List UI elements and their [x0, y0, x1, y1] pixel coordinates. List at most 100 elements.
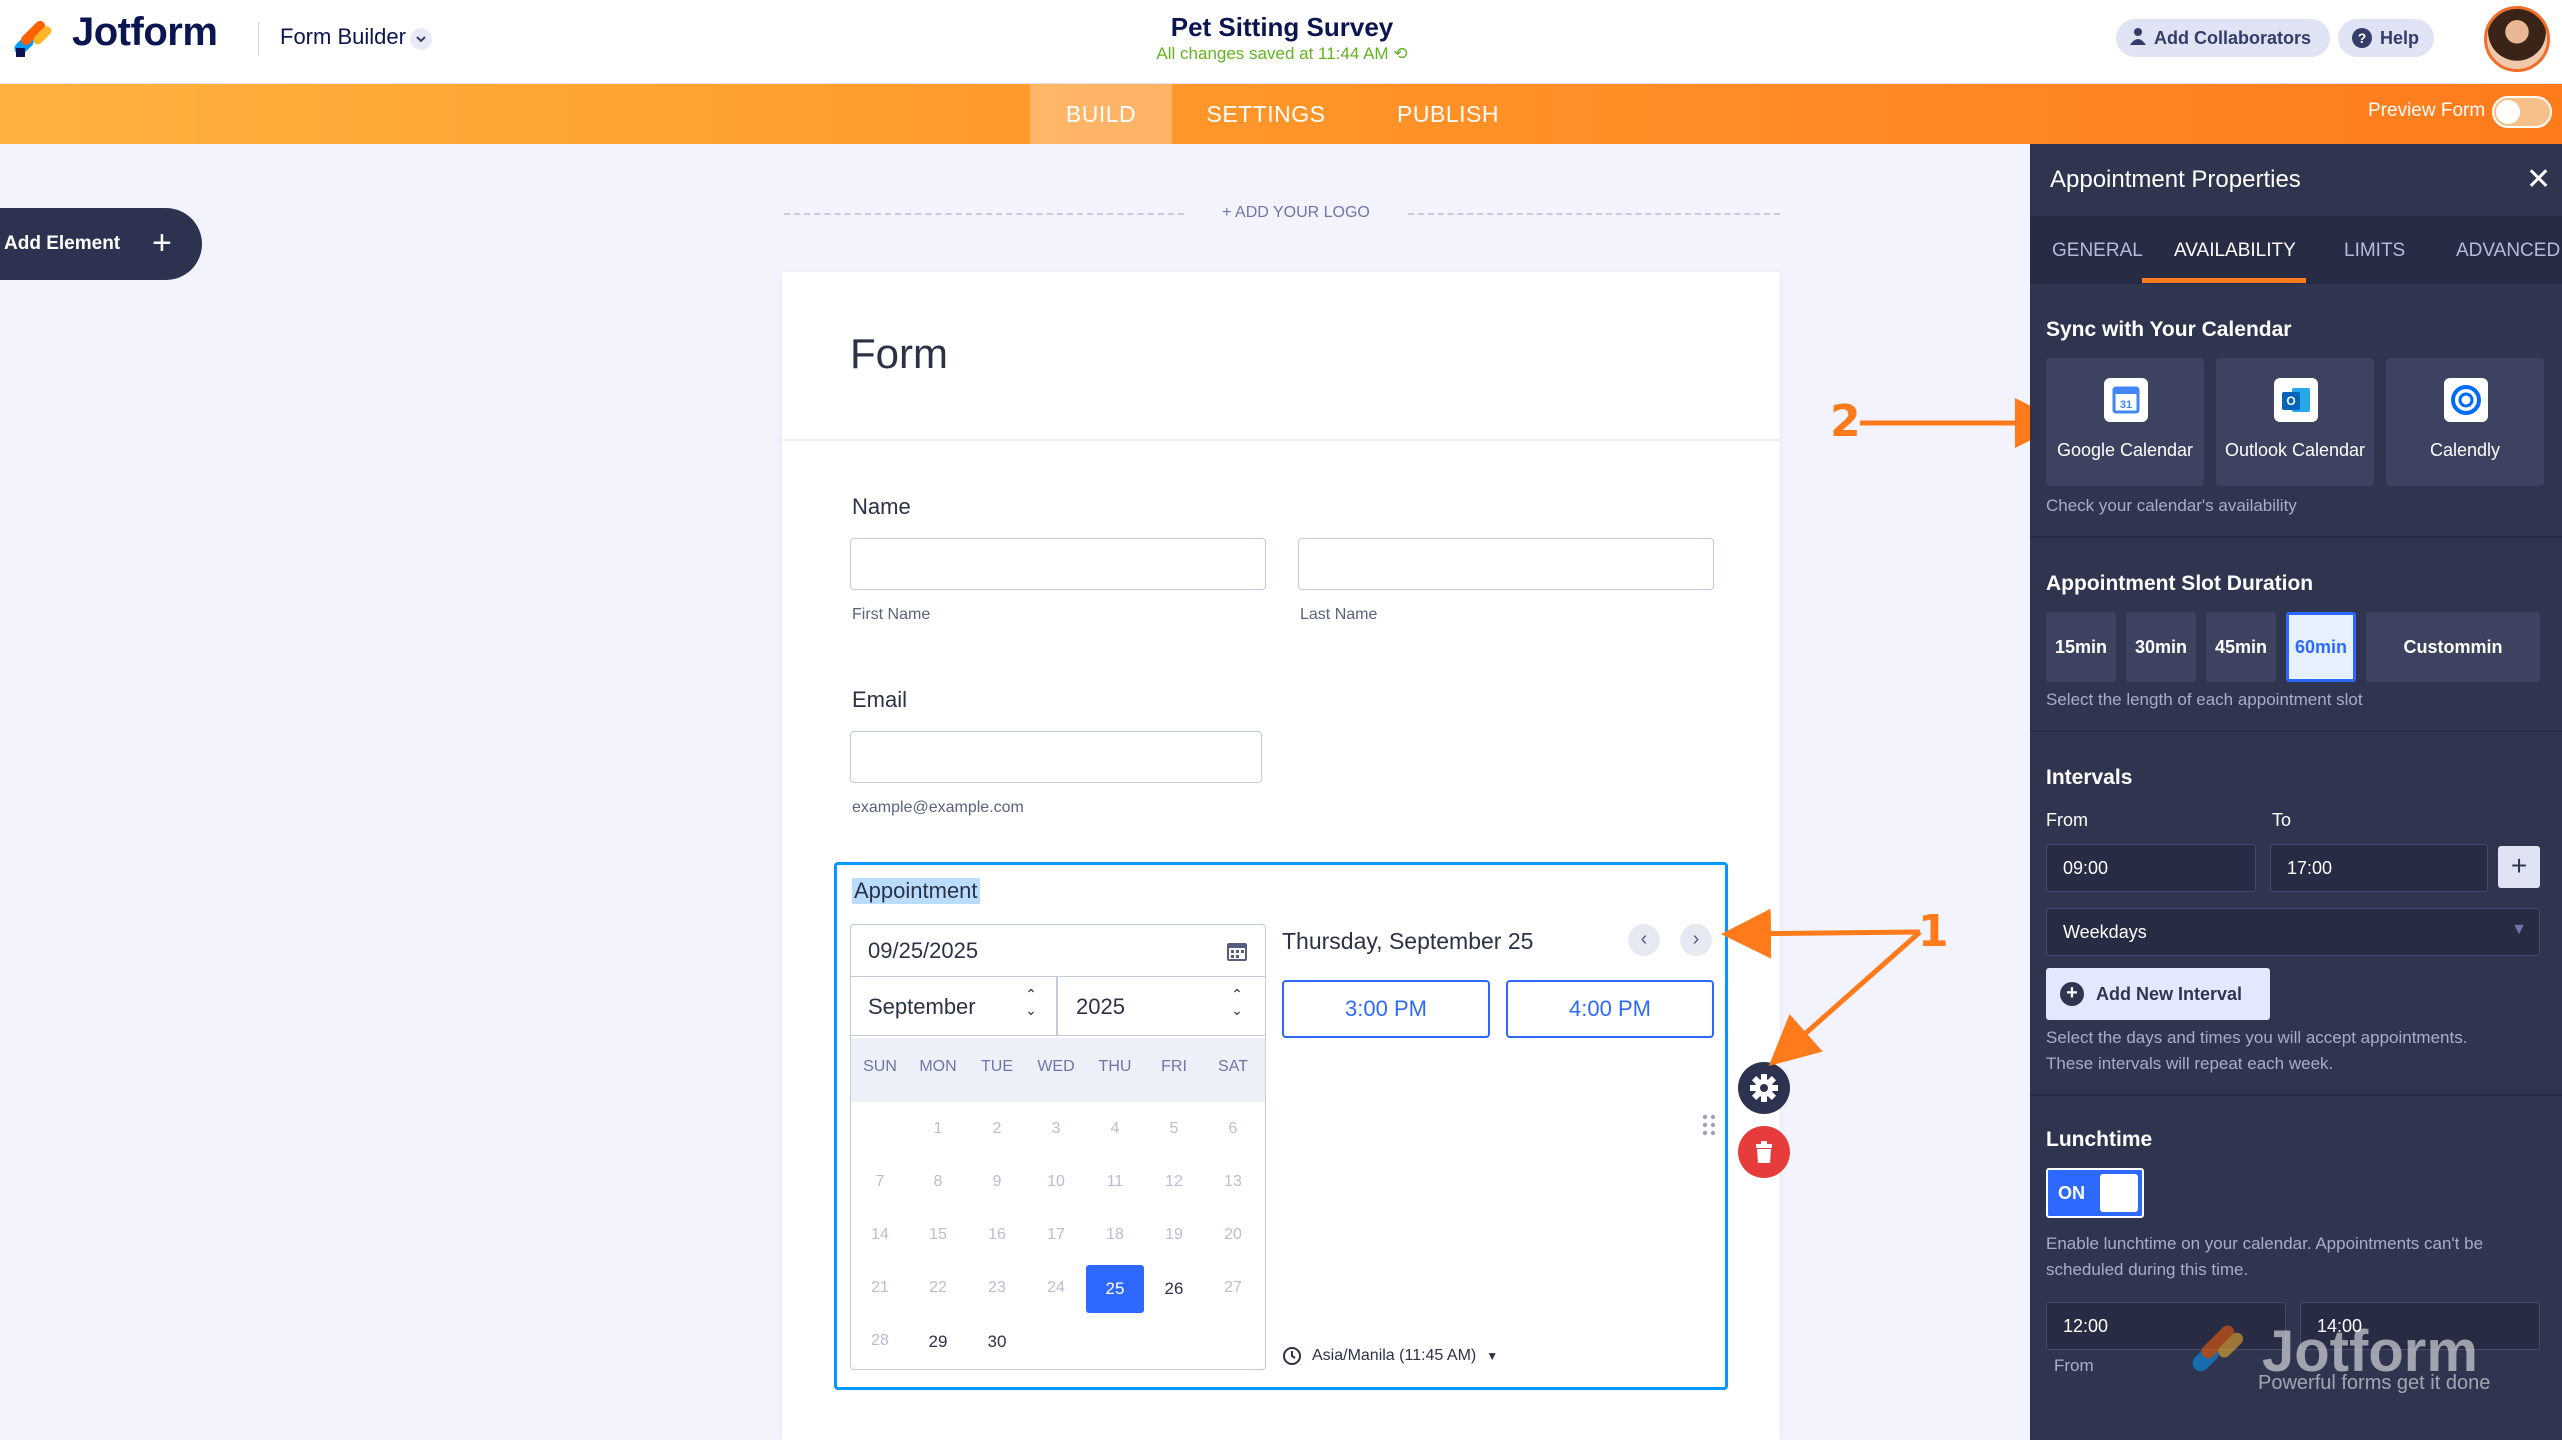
chevron-down-icon[interactable]	[410, 28, 432, 50]
year-select[interactable]: 2025	[1076, 994, 1125, 1020]
lunch-help-text: scheduled during this time.	[2046, 1260, 2249, 1279]
lunch-help-text: Enable lunchtime on your calendar. Appoi…	[2046, 1234, 2484, 1253]
tab-publish[interactable]: PUBLISH	[1360, 84, 1536, 144]
calendly-button[interactable]: Calendly	[2386, 358, 2544, 486]
last-name-input[interactable]	[1298, 538, 1714, 590]
card-divider	[782, 439, 1780, 441]
tab-limits[interactable]: LIMITS	[2344, 240, 2405, 262]
slot-duration-title: Appointment Slot Duration	[2046, 572, 2314, 595]
timezone-select[interactable]: Asia/Manila (11:45 AM) ▼	[1282, 1346, 1498, 1366]
name-label: Name	[852, 494, 911, 519]
weekday-label: SUN	[863, 1058, 897, 1075]
lunchtime-toggle[interactable]: ON	[2046, 1168, 2144, 1218]
add-collaborators-button[interactable]: Add Collaborators	[2116, 19, 2330, 57]
tab-build[interactable]: BUILD	[1030, 84, 1172, 144]
google-calendar-button[interactable]: 31 Google Calendar	[2046, 358, 2204, 486]
weekday-label: MON	[919, 1058, 957, 1075]
calendar-day: 14	[871, 1226, 889, 1243]
add-new-interval-button[interactable]: + Add New Interval	[2046, 968, 2270, 1020]
next-date-button[interactable]: ›	[1680, 924, 1712, 956]
calendar-day[interactable]: 30	[968, 1332, 1026, 1352]
interval-from-input[interactable]: 09:00	[2046, 844, 2256, 892]
panel-title: Appointment Properties	[2050, 166, 2301, 193]
weekday-label: SAT	[1218, 1058, 1248, 1075]
svg-text:31: 31	[2120, 399, 2132, 411]
drag-handle-icon[interactable]	[1702, 1114, 1716, 1136]
slot-help-text: Select the length of each appointment sl…	[2046, 690, 2363, 709]
form-heading[interactable]: Form	[850, 330, 948, 378]
plus-icon: +	[152, 224, 172, 262]
jotform-logo-icon[interactable]	[14, 14, 58, 58]
calendar-day[interactable]: 26	[1145, 1279, 1203, 1299]
save-status: All changes saved at 11:44 AM ⟲	[1156, 44, 1408, 63]
month-stepper-icon[interactable]: ⌃ ⌄	[1022, 986, 1040, 1026]
email-input[interactable]	[850, 731, 1262, 783]
help-button[interactable]: ? Help	[2338, 19, 2434, 57]
appointment-date-input[interactable]: 09/25/2025	[868, 938, 978, 964]
selected-day[interactable]: 25	[1086, 1265, 1144, 1313]
calendar-day: 12	[1165, 1173, 1183, 1190]
calendar-day: 1	[933, 1120, 943, 1137]
preview-form-toggle[interactable]	[2492, 96, 2552, 128]
outlook-calendar-icon: O	[2274, 378, 2318, 422]
chevron-right-icon: ›	[1692, 928, 1700, 950]
email-sublabel: example@example.com	[852, 799, 1024, 816]
calendar-day: 13	[1224, 1173, 1242, 1190]
to-label: To	[2272, 810, 2292, 830]
sync-help-text: Check your calendar's availability	[2046, 496, 2297, 515]
selected-date-heading: Thursday, September 25	[1282, 928, 1534, 954]
calendar-day: 23	[988, 1279, 1006, 1296]
close-icon[interactable]: ✕	[2526, 162, 2551, 197]
tab-availability[interactable]: AVAILABILITY	[2174, 240, 2296, 262]
calendar-day: 3	[1051, 1120, 1061, 1137]
month-select[interactable]: September	[868, 994, 976, 1020]
section-divider	[2030, 730, 2562, 732]
google-calendar-icon: 31	[2104, 378, 2148, 422]
form-title[interactable]: Pet Sitting Survey	[1082, 12, 1482, 43]
annotation-arrows	[1721, 398, 2040, 1066]
calendar-day: 15	[929, 1226, 947, 1243]
first-name-input[interactable]	[850, 538, 1266, 590]
caret-down-icon: ▼	[2511, 921, 2527, 938]
duration-45-button[interactable]: 45 min	[2206, 612, 2276, 682]
prev-date-button[interactable]: ‹	[1628, 924, 1660, 956]
plus-icon: +	[2510, 850, 2528, 881]
lunchtime-title: Lunchtime	[2046, 1128, 2153, 1151]
avatar[interactable]	[2484, 6, 2550, 72]
time-slot-button[interactable]: 4:00 PM	[1506, 980, 1714, 1038]
tab-general[interactable]: GENERAL	[2052, 240, 2143, 262]
duration-30-button[interactable]: 30 min	[2126, 612, 2196, 682]
duration-custom-button[interactable]: Custom min	[2366, 612, 2540, 682]
year-stepper-icon[interactable]: ⌃ ⌄	[1228, 986, 1246, 1026]
calendar-icon[interactable]	[1226, 940, 1248, 962]
time-slot-button[interactable]: 3:00 PM	[1282, 980, 1490, 1038]
caret-down-icon: ▼	[1486, 1349, 1499, 1363]
jotform-logo-text[interactable]: Jotform	[72, 10, 218, 55]
form-builder-menu[interactable]: Form Builder	[280, 24, 406, 50]
tab-settings[interactable]: SETTINGS	[1190, 84, 1342, 144]
calendar-day: 27	[1224, 1279, 1242, 1296]
calendar-day[interactable]: 29	[909, 1332, 967, 1352]
logo-placeholder-line	[1408, 213, 1780, 215]
refresh-icon: ⟲	[1393, 44, 1408, 63]
active-tab-indicator	[2142, 278, 2306, 283]
duration-15-button[interactable]: 15 min	[2046, 612, 2116, 682]
delete-field-button[interactable]	[1738, 1126, 1790, 1178]
lunch-from-label: From	[2054, 1356, 2094, 1375]
interval-to-input[interactable]: 17:00	[2270, 844, 2488, 892]
duration-60-button[interactable]: 60 min	[2286, 612, 2356, 682]
weekday-label: WED	[1037, 1058, 1075, 1075]
tab-advanced[interactable]: ADVANCED	[2456, 240, 2560, 262]
interval-days-select[interactable]: Weekdays ▼	[2046, 908, 2540, 956]
calendar-day: 2	[992, 1120, 1002, 1137]
add-element-button[interactable]: Add Element +	[0, 208, 202, 280]
calendly-icon	[2444, 378, 2488, 422]
section-divider	[2030, 536, 2562, 538]
calendar-day: 5	[1169, 1120, 1179, 1137]
add-logo-link[interactable]: + ADD YOUR LOGO	[1186, 204, 1406, 222]
annotation-number: 1	[1918, 906, 1949, 957]
outlook-calendar-button[interactable]: O Outlook Calendar	[2216, 358, 2374, 486]
appointment-label[interactable]: Appointment	[852, 878, 980, 904]
add-time-button[interactable]: +	[2498, 846, 2540, 888]
topbar-divider	[258, 22, 259, 56]
